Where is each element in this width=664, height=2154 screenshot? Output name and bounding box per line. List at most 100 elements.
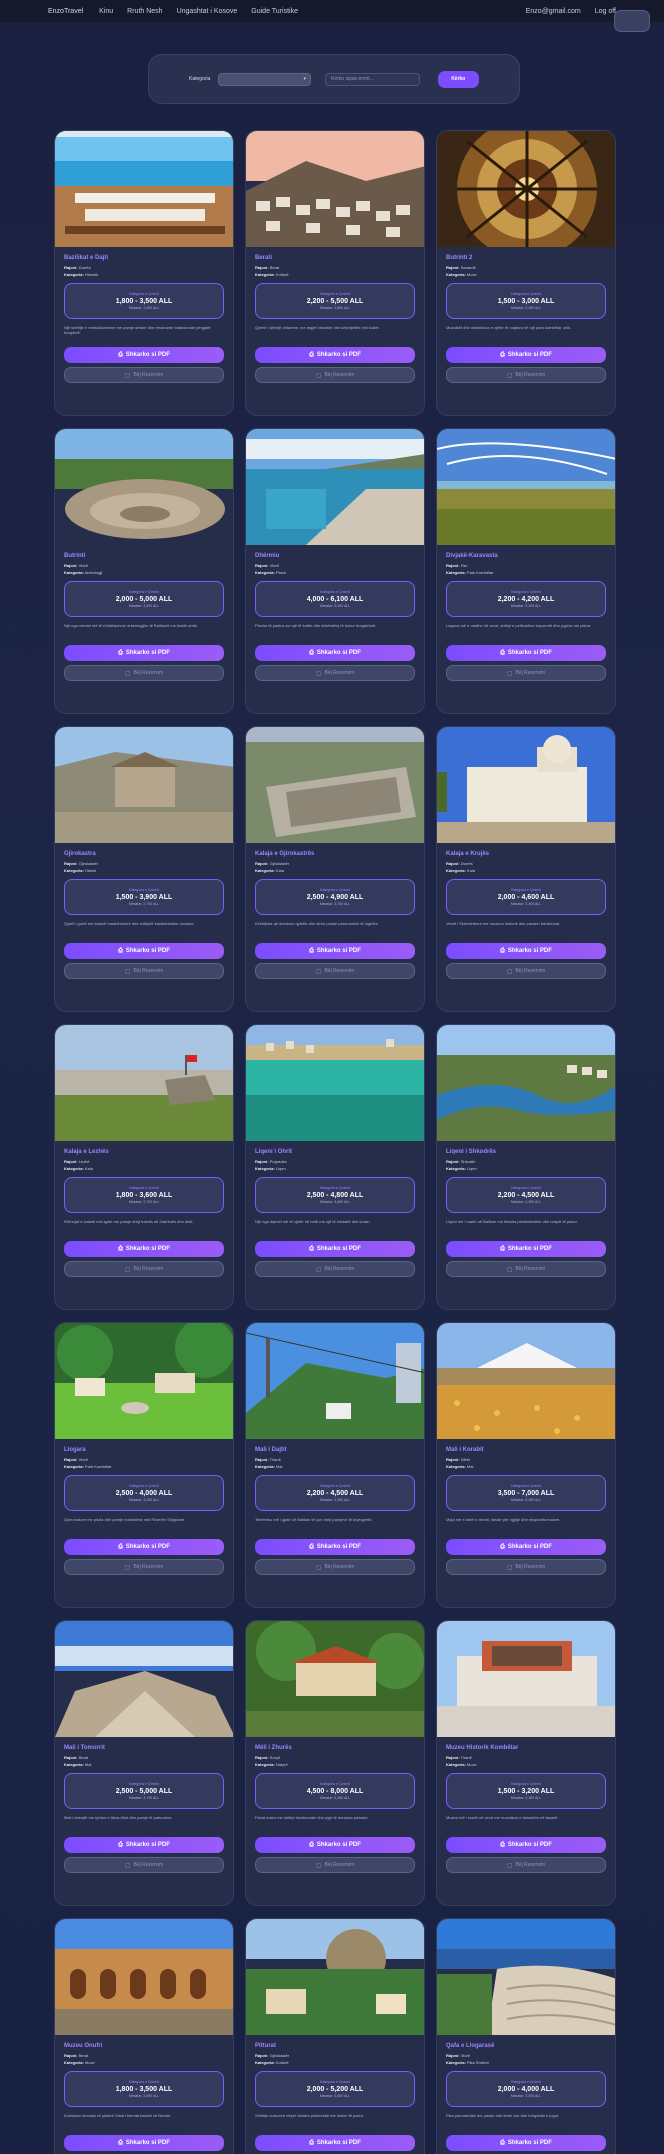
search-button[interactable]: Kërko [437,70,479,88]
destination-card[interactable]: Muzeu Onufri Rajoni: Berat Kategoria: Mu… [54,1918,234,2154]
download-pdf-button[interactable]: ⎙ Shkarko si PDF [446,2135,606,2151]
destination-title[interactable]: Berati [255,255,415,261]
destination-card[interactable]: Berati Rajoni: Berat Kategoria: Kulturë … [245,130,425,416]
download-pdf-button[interactable]: ⎙ Shkarko si PDF [64,1241,224,1257]
destination-card[interactable]: Bazilikat e Dajti Rajoni: Durrës Kategor… [54,130,234,416]
destination-card[interactable]: Pitturat Rajoni: Gjirokastër Kategoria: … [245,1918,425,2154]
logout-link[interactable]: Log off [595,8,616,15]
reserve-button[interactable]: ▢ Bëj Rezervim [64,1857,224,1873]
destination-title[interactable]: Divjakë-Karavasta [446,553,606,559]
top-navbar: EnzoTravel Kinu Rruth Nesh Ungashtat i K… [0,0,664,22]
destination-title[interactable]: Mëli i Zhurës [255,1745,415,1751]
destination-card[interactable]: Mali i Dajtit Rajoni: Tiranë Kategoria: … [245,1322,425,1608]
nav-link-guide[interactable]: Guide Turistike [251,8,298,15]
destination-card[interactable]: Liqeni i Shkodrës Rajoni: Shkodër Katego… [436,1024,616,1310]
destination-title[interactable]: Pitturat [255,2043,415,2049]
nav-link-about[interactable]: Rruth Nesh [127,8,162,15]
destination-photo [437,1919,615,2035]
reserve-button[interactable]: ▢ Bëj Rezervim [446,1559,606,1575]
destination-card[interactable]: Kalaja e Gjirokastrës Rajoni: Gjirokastë… [245,726,425,1012]
reserve-button[interactable]: ▢ Bëj Rezervim [255,367,415,383]
download-pdf-button[interactable]: ⎙ Shkarko si PDF [446,347,606,363]
download-pdf-button[interactable]: ⎙ Shkarko si PDF [446,1241,606,1257]
reserve-button[interactable]: ▢ Bëj Rezervim [255,1261,415,1277]
destination-card[interactable]: Mëli i Zhurës Rajoni: Korçë Kategoria: N… [245,1620,425,1906]
destination-card[interactable]: Kalaja e Krujës Rajoni: Durrës Kategoria… [436,726,616,1012]
download-pdf-button[interactable]: ⎙ Shkarko si PDF [446,943,606,959]
destination-card[interactable]: Muzeu Historik Kombëtar Rajoni: Tiranë K… [436,1620,616,1906]
download-pdf-button[interactable]: ⎙ Shkarko si PDF [255,943,415,959]
destination-card[interactable]: Mali i Tomorrit Rajoni: Berat Kategoria:… [54,1620,234,1906]
destination-title[interactable]: Mali i Tomorrit [64,1745,224,1751]
destination-card[interactable]: Kalaja e Lezhës Rajoni: Lezhë Kategoria:… [54,1024,234,1310]
destination-title[interactable]: Kalaja e Lezhës [64,1149,224,1155]
destination-title[interactable]: Mali i Korabit [446,1447,606,1453]
download-pdf-button[interactable]: ⎙ Shkarko si PDF [64,1539,224,1555]
download-pdf-button[interactable]: ⎙ Shkarko si PDF [446,1539,606,1555]
destination-title[interactable]: Muzeu Onufri [64,2043,224,2049]
destination-title[interactable]: Kalaja e Krujës [446,851,606,857]
brand-logo[interactable]: EnzoTravel [48,8,83,15]
download-pdf-button[interactable]: ⎙ Shkarko si PDF [446,645,606,661]
destination-title[interactable]: Llogara [64,1447,224,1453]
reserve-button[interactable]: ▢ Bëj Rezervim [255,665,415,681]
download-pdf-button[interactable]: ⎙ Shkarko si PDF [255,347,415,363]
nav-link-kosovo[interactable]: Ungashtat i Kosove [177,8,238,15]
destination-title[interactable]: Muzeu Historik Kombëtar [446,1745,606,1751]
search-input[interactable]: Kërko sipas emrit... [325,72,420,86]
destination-title[interactable]: Liqeni i Ohrit [255,1149,415,1155]
destination-card[interactable]: Gjirokastra Rajoni: Gjirokastër Kategori… [54,726,234,1012]
reserve-button[interactable]: ▢ Bëj Rezervim [64,1559,224,1575]
category-select[interactable]: ▾ [218,72,312,86]
download-pdf-button[interactable]: ⎙ Shkarko si PDF [64,1837,224,1853]
destination-title[interactable]: Butrinti 2 [446,255,606,261]
destination-description: Një nga liqenet më të vjetër në botë me … [255,1219,371,1224]
download-pdf-button[interactable]: ⎙ Shkarko si PDF [255,1539,415,1555]
reserve-button[interactable]: ▢ Bëj Rezervim [255,1857,415,1873]
destination-description: Laguna më e madhe në vend, shtëpi e peli… [446,623,591,628]
destination-title[interactable]: Kalaja e Gjirokastrës [255,851,415,857]
destination-card[interactable]: Llogara Rajoni: Vlorë Kategoria: Park Ko… [54,1322,234,1608]
reserve-button[interactable]: ▢ Bëj Rezervim [446,367,606,383]
destination-title[interactable]: Mali i Dajtit [255,1447,415,1453]
destination-card[interactable]: Mali i Korabit Rajoni: Dibër Kategoria: … [436,1322,616,1608]
download-pdf-label: Shkarko si PDF [316,352,361,358]
destination-card[interactable]: Qafa e Llogarasë Rajoni: Vlorë Kategoria… [436,1918,616,2154]
destination-title[interactable]: Gjirokastra [64,851,224,857]
destination-card[interactable]: Liqeni i Ohrit Rajoni: Pogradec Kategori… [245,1024,425,1310]
reserve-button[interactable]: ▢ Bëj Rezervim [446,1261,606,1277]
category-row: Kategoria: Natyrë [255,1762,415,1767]
destination-description: Maja më e lartë e vendit, ideale për ngj… [446,1517,561,1522]
destination-title[interactable]: Dhërmiu [255,553,415,559]
nav-link-home[interactable]: Kinu [99,8,113,15]
menu-toggle-button[interactable] [614,10,650,32]
destination-card[interactable]: Butrinti 2 Rajoni: Sarandë Kategoria: Mu… [436,130,616,416]
destination-title[interactable]: Bazilikat e Dajti [64,255,224,261]
region-label: Rajoni: [446,1159,460,1164]
download-pdf-button[interactable]: ⎙ Shkarko si PDF [64,347,224,363]
reserve-button[interactable]: ▢ Bëj Rezervim [64,665,224,681]
destination-card[interactable]: Dhërmiu Rajoni: Vlorë Kategoria: Plazh K… [245,428,425,714]
download-pdf-button[interactable]: ⎙ Shkarko si PDF [255,1837,415,1853]
destination-card[interactable]: Divjakë-Karavasta Rajoni: Fier Kategoria… [436,428,616,714]
region-row: Rajoni: Fier [446,563,606,568]
destination-title[interactable]: Qafa e Llogarasë [446,2043,606,2049]
reserve-button[interactable]: ▢ Bëj Rezervim [64,1261,224,1277]
reserve-button[interactable]: ▢ Bëj Rezervim [64,963,224,979]
reserve-button[interactable]: ▢ Bëj Rezervim [255,963,415,979]
destination-title[interactable]: Liqeni i Shkodrës [446,1149,606,1155]
reserve-button[interactable]: ▢ Bëj Rezervim [255,1559,415,1575]
destination-card[interactable]: Butrinti Rajoni: Vlorë Kategoria: Arkeol… [54,428,234,714]
download-pdf-button[interactable]: ⎙ Shkarko si PDF [255,2135,415,2151]
download-pdf-button[interactable]: ⎙ Shkarko si PDF [255,1241,415,1257]
destination-title[interactable]: Butrinti [64,553,224,559]
download-pdf-button[interactable]: ⎙ Shkarko si PDF [64,2135,224,2151]
reserve-button[interactable]: ▢ Bëj Rezervim [64,367,224,383]
download-pdf-button[interactable]: ⎙ Shkarko si PDF [255,645,415,661]
download-pdf-button[interactable]: ⎙ Shkarko si PDF [446,1837,606,1853]
download-pdf-button[interactable]: ⎙ Shkarko si PDF [64,645,224,661]
download-pdf-button[interactable]: ⎙ Shkarko si PDF [64,943,224,959]
reserve-button[interactable]: ▢ Bëj Rezervim [446,963,606,979]
reserve-button[interactable]: ▢ Bëj Rezervim [446,665,606,681]
reserve-button[interactable]: ▢ Bëj Rezervim [446,1857,606,1873]
